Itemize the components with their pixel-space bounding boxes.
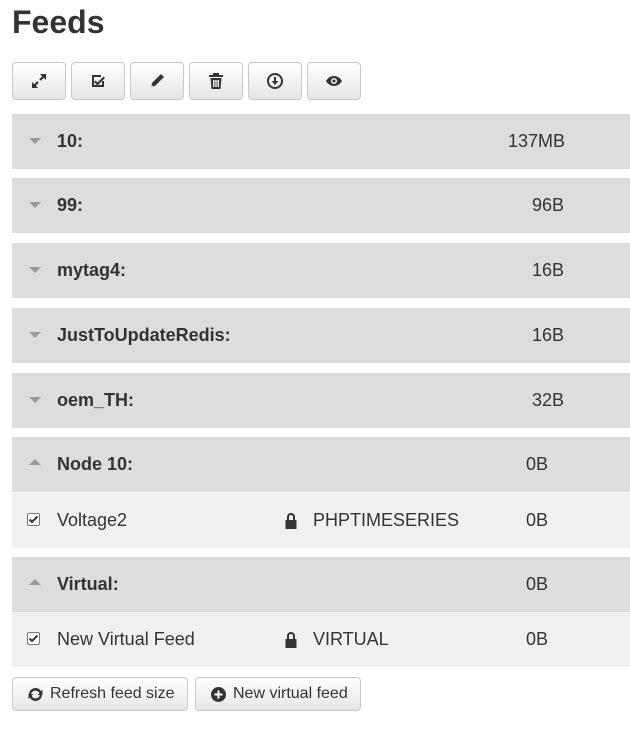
node-size: 32B [532,390,565,410]
feed-row[interactable]: New Virtual Feed VIRTUAL 0B [12,612,630,667]
feed-size: 0B [526,510,549,530]
feed-row[interactable]: Voltage2 PHPTIMESERIES 0B [12,493,630,548]
caret-down-icon [29,202,41,208]
caret-down-icon [29,397,41,403]
download-icon [267,73,283,89]
node-name: Virtual: [57,574,119,594]
node-header[interactable]: mytag4: 16B [12,243,630,298]
delete-icon [209,73,223,89]
new-virtual-feed-button[interactable]: New virtual feed [195,677,361,711]
node-header[interactable]: oem_TH: 32B [12,373,630,428]
node-name: Node 10: [57,454,134,474]
feed-engine: PHPTIMESERIES [313,510,460,530]
node-size: 16B [532,260,565,280]
checkmark-icon [28,634,39,643]
node-size: 16B [532,325,565,345]
node-header[interactable]: Node 10: 0B [12,437,630,492]
node-header[interactable]: Virtual: 0B [12,557,630,612]
checkmark-icon [28,515,39,524]
feed-checkbox[interactable] [27,632,40,645]
page-title: Feeds [12,4,105,40]
select-all-icon [92,75,105,87]
caret-down-icon [29,138,41,144]
view-button[interactable] [307,62,361,100]
refresh-feed-size-label: Refresh feed size [50,685,175,702]
feed-toolbar [12,62,366,100]
node-name: mytag4: [57,260,127,280]
feed-name: New Virtual Feed [57,629,195,649]
select-all-button[interactable] [71,62,125,100]
expand-all-button[interactable] [12,62,66,100]
edit-button[interactable] [130,62,184,100]
feed-checkbox[interactable] [27,513,40,526]
new-virtual-feed-label: New virtual feed [233,685,348,702]
caret-up-icon [29,579,41,585]
lock-icon [285,632,297,648]
feed-size: 0B [526,629,549,649]
refresh-feed-size-button[interactable]: Refresh feed size [12,677,188,711]
feed-engine: VIRTUAL [313,629,389,649]
node-size: 96B [532,195,565,215]
edit-icon [151,74,164,87]
node-size: 137MB [508,131,566,151]
node-size: 0B [526,574,549,594]
node-name: 99: [57,195,84,215]
node-size: 0B [526,454,549,474]
delete-button[interactable] [189,62,243,100]
caret-up-icon [29,459,41,465]
lock-icon [285,513,297,529]
node-header[interactable]: JustToUpdateRedis: 16B [12,308,630,363]
view-icon [326,76,342,86]
node-header[interactable]: 10: 137MB [12,114,630,169]
caret-down-icon [29,332,41,338]
caret-down-icon [29,267,41,273]
refresh-icon [28,687,43,701]
download-button[interactable] [248,62,302,100]
node-name: JustToUpdateRedis: [57,325,231,345]
node-header[interactable]: 99: 96B [12,178,630,233]
node-name: oem_TH: [57,390,135,410]
plus-circle-icon [211,686,226,702]
expand-icon [32,74,46,88]
node-name: 10: [57,131,84,151]
feed-name: Voltage2 [57,510,128,530]
